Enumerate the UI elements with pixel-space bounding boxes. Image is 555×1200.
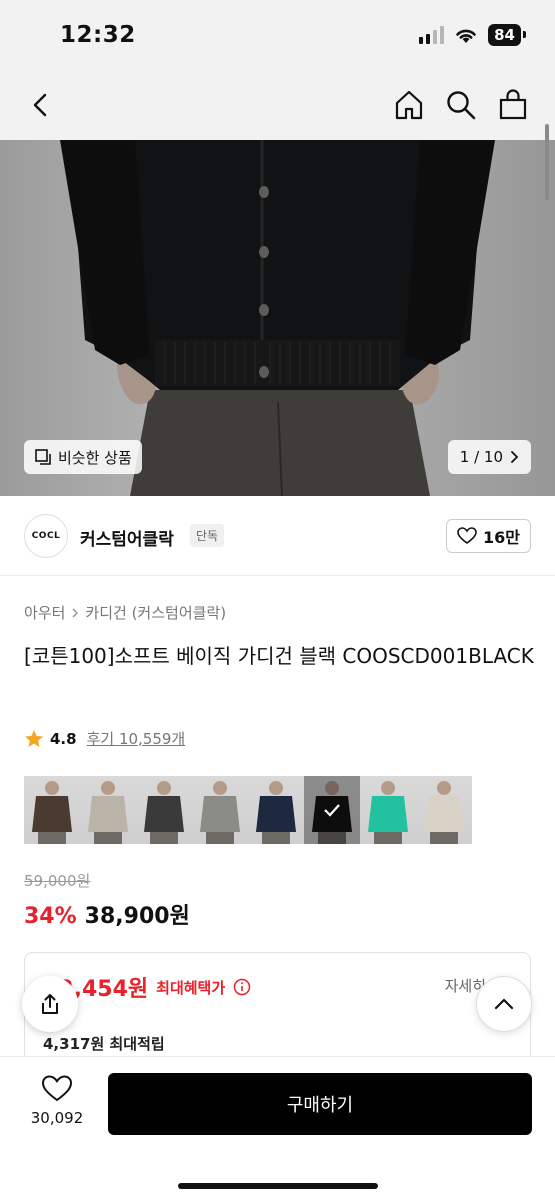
color-swatch-green[interactable] xyxy=(360,776,416,844)
brand-row[interactable]: COCL 커스텀어클락 단독 16만 xyxy=(0,496,555,576)
buy-button[interactable]: 구매하기 xyxy=(108,1073,532,1135)
swatch-model-image xyxy=(88,781,128,844)
heart-icon xyxy=(41,1075,73,1102)
review-count-link[interactable]: 후기 10,559개 xyxy=(87,728,186,749)
status-time: 12:32 xyxy=(60,22,136,48)
share-icon xyxy=(42,994,58,1014)
color-swatch-black[interactable] xyxy=(304,776,360,844)
page-scrollbar[interactable] xyxy=(545,124,549,200)
cellular-signal-icon xyxy=(419,26,445,44)
swatch-model-image xyxy=(200,781,240,844)
similar-products-button[interactable]: 비슷한 상품 xyxy=(24,440,142,474)
rating-value: 4.8 xyxy=(50,729,77,748)
swatch-model-image xyxy=(256,781,296,844)
heart-icon xyxy=(457,527,477,544)
share-button[interactable] xyxy=(22,976,78,1032)
exclusive-badge: 단독 xyxy=(190,524,225,547)
max-benefit-label: 최대혜택가 xyxy=(156,978,226,997)
brand-like-count: 16만 xyxy=(483,528,520,547)
brand-like-button[interactable]: 16만 xyxy=(446,519,531,553)
swatch-model-image xyxy=(368,781,408,844)
check-icon xyxy=(324,804,340,817)
benefit-box[interactable]: 32,454원 최대혜택가 자세히 4,317원 최대적립 xyxy=(24,952,531,1062)
chevron-right-icon xyxy=(72,607,79,618)
breadcrumb: 아우터 카디건 (커스텀어클락) xyxy=(24,602,226,623)
home-indicator xyxy=(178,1183,378,1189)
breadcrumb-subcategory[interactable]: 카디건 (커스텀어클락) xyxy=(85,602,226,623)
star-icon xyxy=(25,729,43,747)
color-swatch-brown[interactable] xyxy=(24,776,80,844)
color-swatch-oatmeal[interactable] xyxy=(80,776,136,844)
chevron-left-icon[interactable] xyxy=(26,90,56,120)
color-swatches xyxy=(24,776,472,844)
home-icon[interactable] xyxy=(392,88,426,122)
status-bar: 12:32 84 xyxy=(0,0,555,70)
product-title: [코튼100]소프트 베이직 가디건 블랙 COOSCD001BLACK xyxy=(24,644,534,668)
status-icons: 84 xyxy=(419,24,526,46)
image-counter-button[interactable]: 1 / 10 xyxy=(447,440,531,474)
color-swatch-ivory[interactable] xyxy=(416,776,472,844)
color-swatch-grey[interactable] xyxy=(192,776,248,844)
price-row: 34% 38,900원 xyxy=(24,898,190,930)
info-icon[interactable] xyxy=(233,978,251,996)
nav-bar xyxy=(0,70,555,140)
wishlist-button[interactable]: 30,092 xyxy=(26,1075,88,1127)
brand-name[interactable]: 커스텀어클락 xyxy=(80,525,174,550)
color-swatch-navy[interactable] xyxy=(248,776,304,844)
rating-row: 4.8 후기 10,559개 xyxy=(24,728,185,749)
similar-products-label: 비슷한 상품 xyxy=(58,448,132,467)
breadcrumb-category[interactable]: 아우터 xyxy=(24,602,65,623)
swatch-model-image xyxy=(32,781,72,844)
max-points: 4,317원 최대적립 xyxy=(43,1035,165,1053)
scroll-top-button[interactable] xyxy=(476,976,532,1032)
similar-icon xyxy=(35,449,51,465)
wifi-icon xyxy=(456,29,476,43)
shopping-bag-icon[interactable] xyxy=(496,88,530,122)
color-swatch-charcoal[interactable] xyxy=(136,776,192,844)
discount-rate: 34% xyxy=(24,904,77,929)
bottom-action-bar: 30,092 구매하기 xyxy=(0,1056,555,1200)
swatch-model-image xyxy=(424,781,464,844)
brand-logo[interactable]: COCL xyxy=(24,514,68,558)
chevron-up-icon xyxy=(494,998,514,1010)
original-price: 59,000원 xyxy=(24,872,91,890)
image-counter: 1 / 10 xyxy=(459,448,503,466)
chevron-right-icon xyxy=(511,451,519,463)
battery-indicator: 84 xyxy=(488,24,526,46)
search-icon[interactable] xyxy=(444,88,478,122)
sale-price: 38,900원 xyxy=(84,904,190,929)
wishlist-count: 30,092 xyxy=(30,1109,84,1127)
swatch-model-image xyxy=(144,781,184,844)
